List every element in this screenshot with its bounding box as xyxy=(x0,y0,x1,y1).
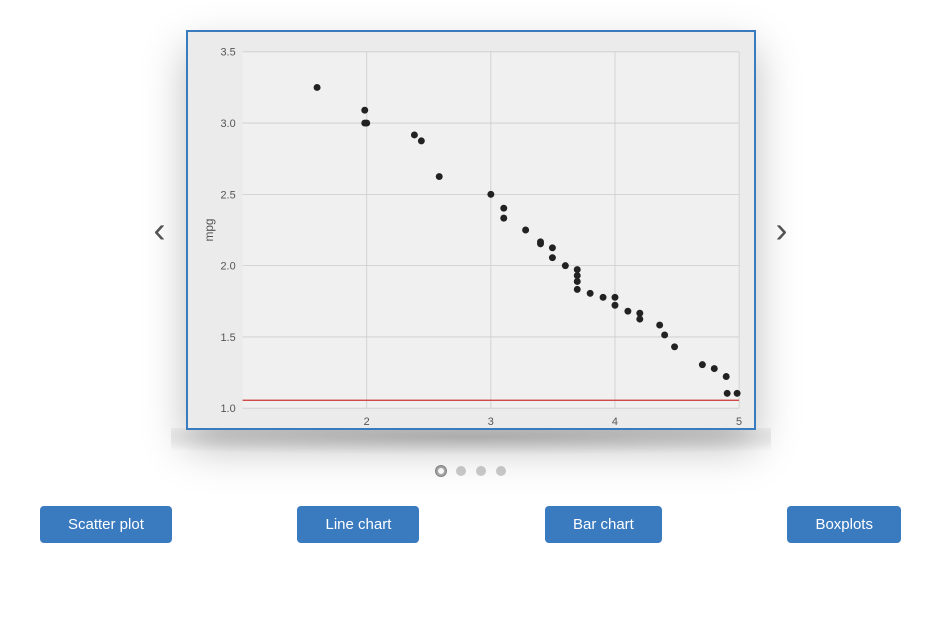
dot-1[interactable] xyxy=(436,466,446,476)
svg-text:2.0: 2.0 xyxy=(220,261,235,273)
svg-text:mpg: mpg xyxy=(201,218,215,241)
dot-3[interactable] xyxy=(476,466,486,476)
carousel: ‹ 1.0 1.5 2.0 2.5 xyxy=(0,30,941,430)
svg-text:2.5: 2.5 xyxy=(220,189,235,201)
dot-2[interactable] xyxy=(456,466,466,476)
svg-text:2: 2 xyxy=(363,416,369,428)
carousel-dots xyxy=(436,466,506,476)
scatter-chart: 1.0 1.5 2.0 2.5 3.0 3.5 2 3 4 5 mpg wt xyxy=(188,32,754,428)
bar-chart-button[interactable]: Bar chart xyxy=(545,506,662,543)
line-chart-button[interactable]: Line chart xyxy=(297,506,419,543)
next-button[interactable]: › xyxy=(756,212,808,248)
chart-frame: 1.0 1.5 2.0 2.5 3.0 3.5 2 3 4 5 mpg wt xyxy=(186,30,756,430)
svg-text:3.0: 3.0 xyxy=(220,118,235,130)
svg-text:1.0: 1.0 xyxy=(220,403,235,415)
svg-text:3: 3 xyxy=(487,416,493,428)
boxplots-button[interactable]: Boxplots xyxy=(787,506,901,543)
svg-text:1.5: 1.5 xyxy=(220,332,235,344)
prev-button[interactable]: ‹ xyxy=(134,212,186,248)
svg-text:4: 4 xyxy=(611,416,617,428)
svg-text:3.5: 3.5 xyxy=(220,47,235,59)
chart-shadow xyxy=(171,428,771,458)
chart-type-buttons: Scatter plot Line chart Bar chart Boxplo… xyxy=(0,506,941,543)
svg-text:5: 5 xyxy=(736,416,742,428)
dot-4[interactable] xyxy=(496,466,506,476)
scatter-plot-button[interactable]: Scatter plot xyxy=(40,506,172,543)
